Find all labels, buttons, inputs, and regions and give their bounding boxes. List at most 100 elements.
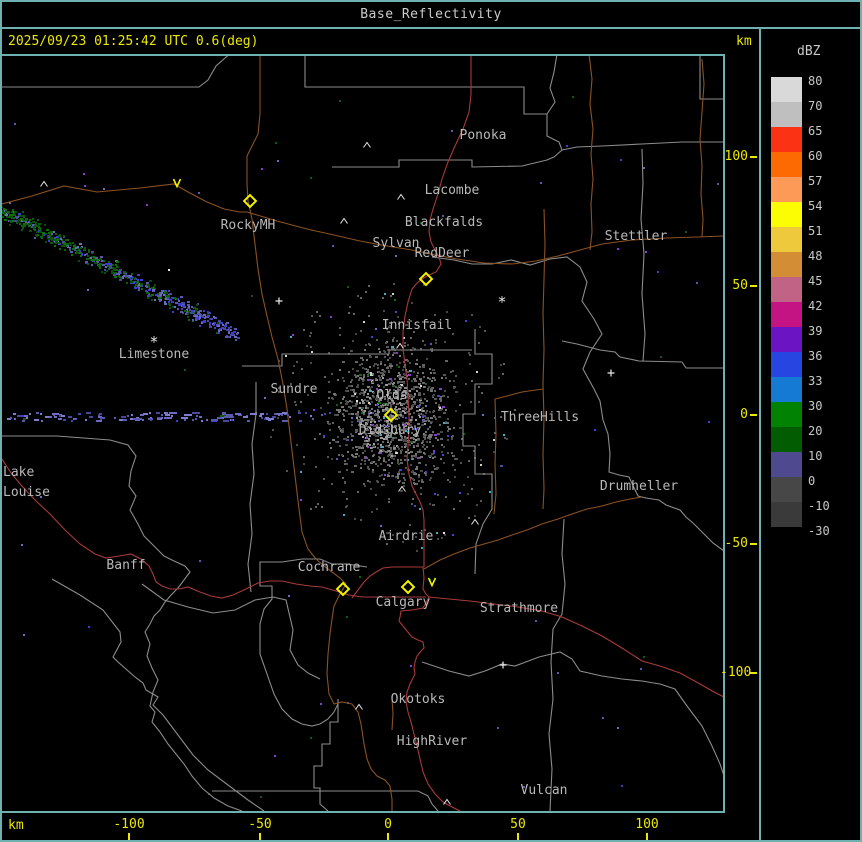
vee-marker: [172, 178, 182, 189]
y-axis-tick-label--100: -100: [720, 665, 752, 680]
legend-swatch-48: [771, 252, 802, 277]
radar-viewer-window: { "window": { "title": "Base_Reflectivit…: [0, 0, 862, 842]
city-label-okotoks: Okotoks: [391, 692, 446, 707]
radar-map-canvas[interactable]: Ponoka Lacombe Blackfalds SylvanRedDeer Stet…: [0, 53, 725, 814]
city-label-drumheller: Drumheller: [600, 479, 678, 494]
y-axis-tick-100: [750, 156, 757, 158]
city-label-strathmore: Strathmore: [480, 601, 558, 616]
brown-map-line: [588, 53, 594, 251]
x-axis-tick-label-100: 100: [635, 817, 659, 832]
gray-map-line: [332, 159, 548, 168]
svg-text:*: *: [497, 293, 506, 311]
brown-map-line: [429, 235, 725, 265]
crimson-map-line: [428, 596, 725, 698]
city-label-louise: Louise: [3, 485, 50, 500]
gray-map-line: [431, 256, 725, 552]
x-axis-tick-label--100: -100: [113, 817, 145, 832]
legend-value-39: 39: [808, 324, 823, 338]
legend-swatch-42: [771, 302, 802, 327]
legend-swatch-20: [771, 427, 802, 452]
x-axis-tick-0: [387, 833, 389, 840]
legend-swatch-65: [771, 127, 802, 152]
legend-swatch-39: [771, 327, 802, 352]
brown-map-line: [246, 54, 347, 585]
svg-text:*: *: [149, 333, 158, 351]
y-axis-tick-label-50: 50: [732, 278, 748, 293]
asterisk-marker: *: [149, 333, 158, 351]
legend-swatch-33: [771, 377, 802, 402]
plus-marker: [499, 661, 507, 669]
legend-value-36: 36: [808, 349, 823, 363]
x-axis-tick-50: [517, 833, 519, 840]
dot-marker: [168, 269, 170, 271]
dot-marker: [443, 532, 445, 534]
y-axis-tick-label-0: 0: [740, 407, 748, 422]
title-bar: Base_Reflectivity: [2, 2, 860, 29]
legend-value-42: 42: [808, 299, 823, 313]
caret-marker: [363, 141, 371, 148]
legend-value-20: 20: [808, 424, 823, 438]
gray-map-line: [259, 558, 368, 727]
brown-map-line: [326, 583, 393, 811]
x-axis-unit-label: km: [8, 818, 24, 833]
gray-map-line: [313, 699, 339, 812]
gray-map-line: [561, 141, 724, 151]
caret-marker: [471, 518, 479, 525]
city-label-lake: Lake: [3, 465, 34, 480]
gray-map-line: [2, 53, 231, 88]
x-axis: km -100 -50 0 50 100: [2, 814, 759, 840]
legend-value-33: 33: [808, 374, 823, 388]
page-title: Base_Reflectivity: [360, 7, 502, 22]
city-label-didsbury: Didsbury: [359, 423, 422, 438]
y-axis-unit-label: km: [736, 34, 752, 49]
caret-marker: [355, 703, 363, 710]
gray-map-line: [421, 651, 725, 777]
city-label-vulcan: Vulcan: [521, 783, 568, 798]
vee-marker: [427, 577, 437, 588]
brown-map-line: [699, 58, 705, 238]
legend-value-10: 10: [808, 449, 823, 463]
y-axis-tick--100: [750, 672, 757, 674]
legend-value-65: 65: [808, 124, 823, 138]
crimson-map-line: [1, 458, 426, 599]
legend-value-48: 48: [808, 249, 823, 263]
crimson-map-line: [351, 566, 430, 675]
legend-value-80: 80: [808, 74, 823, 88]
brown-map-line: [542, 208, 546, 510]
city-label-calgary: Calgary: [376, 595, 431, 610]
city-labels: Ponoka Lacombe Blackfalds SylvanRedDeer Stet…: [3, 128, 678, 798]
legend-swatch-51: [771, 227, 802, 252]
city-label-airdrie: Airdrie: [379, 529, 434, 544]
x-axis-tick--100: [128, 833, 130, 840]
plus-marker: [607, 369, 615, 377]
legend-value-57: 57: [808, 174, 823, 188]
x-axis-tick-label-50: 50: [510, 817, 526, 832]
legend-value-0: 0: [808, 474, 816, 488]
radar-map-area[interactable]: Ponoka Lacombe Blackfalds Sylvan RedDeer Stet…: [0, 53, 725, 814]
x-axis-tick--50: [259, 833, 261, 840]
city-label-threehills: ThreeHills: [501, 410, 579, 425]
gray-map-line: [548, 518, 566, 812]
y-axis-tick--50: [750, 543, 757, 545]
city-label-olds: Olds: [376, 388, 407, 403]
reflectivity-echoes: [0, 96, 719, 798]
legend-value-60: 60: [808, 149, 823, 163]
x-axis-tick-label--50: -50: [248, 817, 272, 832]
city-label-innisfail: Innisfail: [382, 318, 452, 333]
city-label-sylvan: Sylvan: [373, 236, 420, 251]
plus-marker: [275, 297, 283, 305]
city-label-rockymh: RockyMH: [221, 218, 276, 233]
brown-map-line: [1, 183, 247, 213]
info-bar: 2025/09/23 01:25:42 UTC 0.6(deg) km: [2, 29, 759, 54]
legend-swatch--10: [771, 502, 802, 527]
city-label-banff: Banff: [106, 558, 145, 573]
x-axis-tick-100: [646, 833, 648, 840]
legend-value--30: -30: [808, 524, 830, 538]
gray-map-line: [546, 53, 558, 115]
y-axis-tick-label-100: 100: [724, 149, 748, 164]
legend-swatch-57: [771, 177, 802, 202]
dot-marker: [356, 400, 358, 402]
x-axis-tick-label-0: 0: [384, 817, 392, 832]
asterisk-marker: *: [497, 293, 506, 311]
caret-marker: [340, 217, 348, 224]
